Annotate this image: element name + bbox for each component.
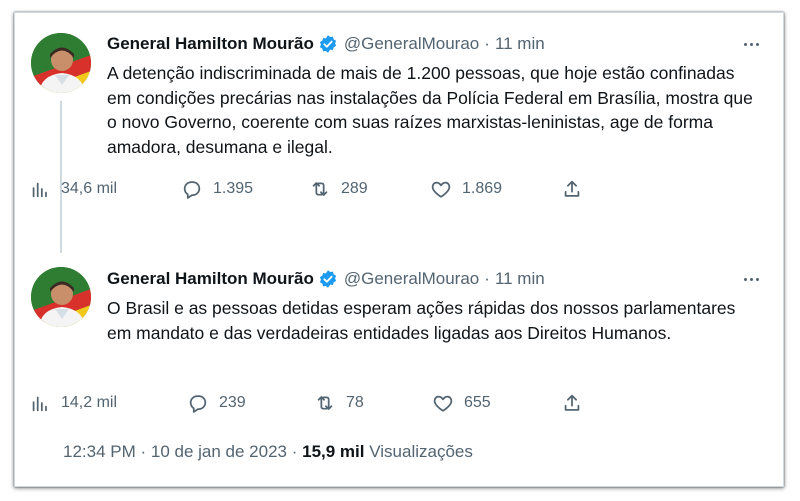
tweet-footer: 12:34 PM · 10 de jan de 2023 · 15,9 mil … bbox=[63, 442, 473, 462]
views-icon bbox=[32, 182, 47, 198]
tweet-text: O Brasil e as pessoas detidas esperam aç… bbox=[107, 298, 736, 343]
like-button[interactable]: 655 bbox=[432, 391, 491, 415]
tweet-time[interactable]: 11 min bbox=[495, 269, 545, 289]
more-options-icon[interactable] bbox=[739, 38, 763, 50]
views-icon bbox=[32, 396, 47, 412]
more-options-icon[interactable] bbox=[739, 273, 763, 285]
tweet-time[interactable]: 11 min bbox=[495, 34, 545, 54]
retweet-count: 78 bbox=[346, 394, 364, 411]
like-icon bbox=[433, 395, 453, 412]
tweet-header: General Hamilton Mourão @GeneralMourao ·… bbox=[107, 32, 763, 56]
tweet-content: General Hamilton Mourão @GeneralMourao ·… bbox=[107, 32, 763, 159]
retweet-count: 289 bbox=[341, 180, 368, 197]
views-count: 14,2 mil bbox=[61, 394, 118, 411]
share-button[interactable] bbox=[561, 177, 583, 201]
verified-badge-icon bbox=[318, 269, 338, 289]
reply-button[interactable]: 239 bbox=[187, 391, 246, 415]
tweet-header: General Hamilton Mourão @GeneralMourao ·… bbox=[107, 267, 763, 291]
header-separator: · bbox=[484, 34, 490, 53]
like-count: 655 bbox=[464, 394, 491, 411]
tweet-thread-card: General Hamilton Mourão @GeneralMourao ·… bbox=[14, 12, 784, 487]
tweet-1[interactable]: General Hamilton Mourão @GeneralMourao ·… bbox=[15, 13, 783, 253]
views-button[interactable]: 14,2 mil bbox=[29, 391, 117, 415]
avatar[interactable] bbox=[31, 33, 91, 93]
like-count: 1.869 bbox=[462, 180, 503, 197]
tweet-2[interactable]: General Hamilton Mourão @GeneralMourao ·… bbox=[15, 245, 783, 430]
share-icon bbox=[564, 394, 580, 411]
tweet-timestamp[interactable]: 12:34 PM · 10 de jan de 2023 · bbox=[63, 442, 297, 461]
views-label: Visualizações bbox=[369, 442, 473, 461]
retweet-icon bbox=[317, 396, 333, 410]
author-handle[interactable]: @GeneralMourao bbox=[344, 34, 479, 54]
reply-count: 239 bbox=[219, 394, 246, 411]
header-separator: · bbox=[484, 269, 490, 288]
avatar[interactable] bbox=[31, 267, 91, 327]
retweet-button[interactable]: 289 bbox=[309, 177, 368, 201]
author-handle[interactable]: @GeneralMourao bbox=[344, 269, 479, 289]
reply-icon bbox=[183, 181, 201, 199]
author-name[interactable]: General Hamilton Mourão bbox=[107, 34, 314, 54]
reply-icon bbox=[189, 395, 207, 413]
views-count: 34,6 mil bbox=[61, 180, 118, 197]
like-button[interactable]: 1.869 bbox=[430, 177, 502, 201]
share-icon bbox=[564, 180, 580, 197]
verified-badge-icon bbox=[318, 34, 338, 54]
views-button[interactable]: 34,6 mil bbox=[29, 177, 117, 201]
tweet-text: A detenção indiscriminada de mais de 1.2… bbox=[107, 63, 753, 157]
like-icon bbox=[431, 181, 451, 198]
total-views-count: 15,9 mil bbox=[302, 442, 365, 461]
tweet-content: General Hamilton Mourão @GeneralMourao ·… bbox=[107, 267, 763, 345]
reply-button[interactable]: 1.395 bbox=[181, 177, 253, 201]
author-name[interactable]: General Hamilton Mourão bbox=[107, 269, 314, 289]
retweet-icon bbox=[312, 182, 328, 196]
share-button[interactable] bbox=[561, 391, 583, 415]
reply-count: 1.395 bbox=[213, 180, 254, 197]
retweet-button[interactable]: 78 bbox=[314, 391, 364, 415]
avatar-image bbox=[31, 33, 91, 93]
avatar-image bbox=[31, 267, 91, 327]
